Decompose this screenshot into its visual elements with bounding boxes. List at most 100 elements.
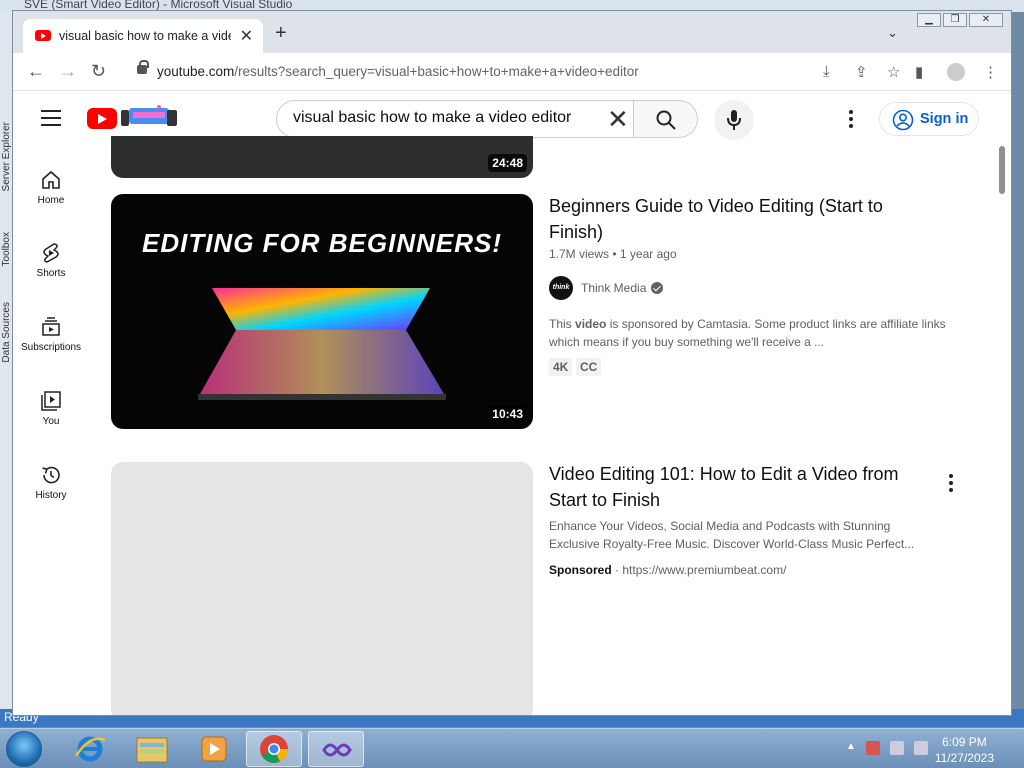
- clear-search-icon[interactable]: ✕: [607, 105, 629, 133]
- home-icon: [42, 170, 60, 189]
- youtube-doodle-icon[interactable]: [119, 104, 189, 130]
- taskbar-visual-studio[interactable]: [308, 731, 364, 767]
- vs-side-panel: Server Explorer Toolbox Data Sources: [0, 12, 12, 717]
- taskbar-media-player[interactable]: [186, 731, 242, 767]
- browser-tab[interactable]: visual basic how to make a video editor …: [23, 19, 263, 53]
- search-box[interactable]: ✕: [276, 100, 634, 138]
- chrome-menu-icon[interactable]: ⋮: [983, 63, 998, 81]
- search-input[interactable]: [293, 109, 593, 127]
- sidebar-item-label: You: [42, 416, 60, 427]
- sidebar-item-label: Shorts: [36, 268, 66, 279]
- bookmark-star-icon[interactable]: ☆: [887, 63, 900, 81]
- taskbar-internet-explorer[interactable]: [62, 731, 118, 767]
- subscriptions-icon: [42, 317, 60, 336]
- tray-clock[interactable]: 6:09 PM 11/27/2023: [935, 734, 994, 766]
- youtube-favicon-icon: [35, 30, 51, 41]
- vs-side-toolbox[interactable]: Toolbox: [1, 232, 12, 266]
- ad-thumbnail-placeholder[interactable]: [111, 462, 533, 715]
- chrome-window: visual basic how to make a video editor …: [12, 10, 1012, 716]
- media-player-icon: [201, 736, 227, 762]
- sign-in-label: Sign in: [920, 111, 969, 127]
- taskbar-chrome[interactable]: [246, 731, 302, 767]
- badge-cc: CC: [576, 358, 602, 376]
- lock-icon[interactable]: [137, 60, 149, 74]
- settings-kebab-icon[interactable]: [849, 110, 853, 131]
- menu-icon[interactable]: [41, 110, 61, 126]
- new-tab-button[interactable]: +: [275, 23, 287, 43]
- windows-taskbar: ▲ 6:09 PM 11/27/2023: [0, 728, 1024, 768]
- browser-toolbar: ← → ↻ youtube.com/results?search_query=v…: [13, 53, 1011, 91]
- address-bar[interactable]: youtube.com/results?search_query=visual+…: [125, 58, 995, 86]
- video-description: This video is sponsored by Camtasia. Som…: [549, 317, 946, 349]
- verified-badge-icon: [651, 282, 663, 294]
- back-button[interactable]: ←: [27, 61, 45, 82]
- chrome-icon: [260, 735, 288, 763]
- video-views: 1.7M views: [549, 247, 610, 261]
- install-app-icon[interactable]: ⤓: [823, 63, 830, 80]
- clock-time: 6:09 PM: [942, 735, 987, 749]
- voice-search-button[interactable]: [714, 100, 754, 140]
- video-duration: 10:43: [488, 405, 527, 423]
- video-duration: 24:48: [488, 154, 527, 172]
- badge-4k: 4K: [549, 358, 573, 376]
- account-icon: [892, 109, 914, 131]
- tray-network-icon[interactable]: [890, 741, 904, 755]
- profile-icon[interactable]: [947, 63, 965, 81]
- vs-side-server-explorer[interactable]: Server Explorer: [1, 122, 12, 191]
- minimize-button[interactable]: ▁: [917, 13, 941, 27]
- ad-more-icon[interactable]: [949, 474, 953, 495]
- video-age: 1 year ago: [619, 247, 677, 261]
- ad-title[interactable]: Video Editing 101: How to Edit a Video f…: [549, 461, 909, 513]
- history-icon: [42, 466, 60, 484]
- start-button[interactable]: [6, 731, 42, 767]
- video-thumbnail-partial[interactable]: 24:48: [111, 136, 533, 178]
- microphone-icon: [727, 110, 741, 130]
- library-icon: [41, 391, 61, 411]
- sidebar-item-label: History: [35, 490, 67, 501]
- ad-description: Enhance Your Videos, Social Media and Po…: [549, 519, 915, 551]
- sign-in-button[interactable]: Sign in: [879, 102, 979, 136]
- sidebar-item-history[interactable]: History: [13, 464, 89, 501]
- tab-title: visual basic how to make a video editor …: [59, 29, 231, 43]
- folder-icon: [136, 737, 168, 763]
- tray-flag-icon[interactable]: [866, 741, 880, 755]
- url-text[interactable]: youtube.com/results?search_query=visual+…: [157, 64, 639, 79]
- channel-name[interactable]: Think Media: [581, 281, 646, 295]
- sponsored-label: Sponsored: [549, 563, 612, 577]
- taskbar-explorer[interactable]: [124, 731, 180, 767]
- tray-show-hidden-icon[interactable]: ▲: [846, 741, 860, 755]
- thumbnail-text: EDITING FOR BEGINNERS!: [141, 228, 502, 258]
- clock-date: 11/27/2023: [934, 751, 994, 765]
- sidebar-item-subscriptions[interactable]: Subscriptions: [13, 316, 89, 353]
- visual-studio-icon: [322, 743, 352, 757]
- page-scrollbar[interactable]: [997, 146, 1005, 715]
- tab-close-icon[interactable]: ✕: [240, 26, 253, 46]
- side-panel-icon[interactable]: ▮: [915, 63, 923, 81]
- reload-button[interactable]: ↻: [91, 61, 106, 82]
- sidebar-item-label: Subscriptions: [20, 342, 82, 353]
- search-button[interactable]: [634, 100, 698, 138]
- ad-meta: Sponsored · https://www.premiumbeat.com/: [549, 563, 787, 577]
- ad-link[interactable]: https://www.premiumbeat.com/: [622, 563, 786, 577]
- tray-volume-icon[interactable]: [914, 741, 928, 755]
- video-title[interactable]: Beginners Guide to Video Editing (Start …: [549, 193, 909, 245]
- sidebar-item-home[interactable]: Home: [13, 169, 89, 206]
- tab-search-chevron-icon[interactable]: ⌄: [887, 25, 898, 41]
- sidebar-item-you[interactable]: You: [13, 390, 89, 427]
- sidebar-item-shorts[interactable]: Shorts: [13, 242, 89, 279]
- internet-explorer-icon: [74, 736, 106, 762]
- sidebar-item-label: Home: [37, 195, 65, 206]
- search-icon: [656, 110, 676, 130]
- share-icon[interactable]: ⇪: [855, 63, 868, 81]
- restore-button[interactable]: ❐: [943, 13, 967, 27]
- video-meta: 1.7M views • 1 year ago: [549, 247, 677, 261]
- close-window-button[interactable]: ✕: [969, 13, 1003, 27]
- forward-button[interactable]: →: [59, 61, 77, 82]
- youtube-logo-icon[interactable]: [87, 108, 117, 129]
- tab-strip: visual basic how to make a video editor …: [13, 11, 1011, 53]
- channel-avatar[interactable]: think: [549, 276, 573, 300]
- shorts-icon: [43, 243, 59, 263]
- laptop-image: [198, 288, 446, 400]
- video-thumbnail[interactable]: EDITING FOR BEGINNERS! 10:43: [111, 194, 533, 429]
- vs-side-data-sources[interactable]: Data Sources: [1, 302, 12, 363]
